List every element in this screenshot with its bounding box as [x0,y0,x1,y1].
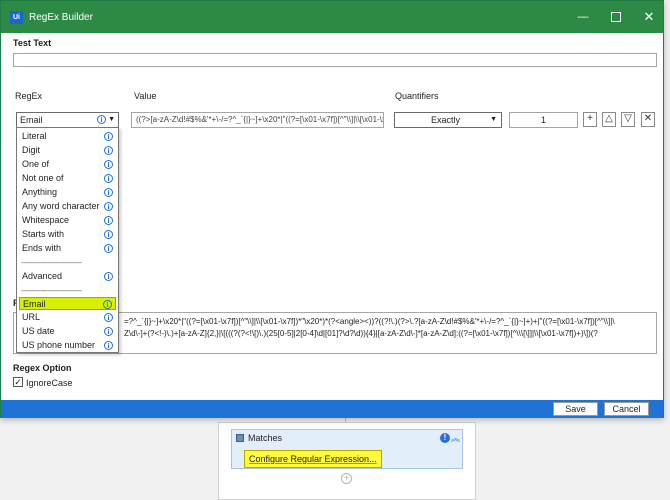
quantifier-count-input[interactable]: 1 [509,112,578,128]
matches-activity-title: Matches [248,433,283,443]
dropdown-item-email[interactable]: Email i [19,297,116,310]
minimize-button[interactable]: — [569,6,597,28]
info-icon[interactable]: i [104,160,113,169]
dropdown-item-label: Whitespace [22,215,70,225]
info-icon[interactable]: i [104,202,113,211]
chevron-down-icon: ▼ [108,116,115,123]
regex-column-header: RegEx [15,91,43,101]
dropdown-item-us-date[interactable]: US date i [19,325,116,338]
uipath-app-icon: Ui [10,11,23,24]
dropdown-item-anything[interactable]: Anything i [19,186,116,199]
info-icon[interactable]: i [104,341,113,350]
dropdown-item-one-of[interactable]: One of i [19,158,116,171]
quantifier-select[interactable]: Exactly ▼ [394,112,502,128]
matches-activity[interactable]: Matches ! ︽ Configure Regular Expression… [218,422,476,500]
dropdown-item-label: URL [22,312,41,322]
info-icon[interactable]: i [104,216,113,225]
matches-activity-header: Matches ! ︽ [232,430,462,446]
info-icon[interactable]: i [104,313,113,322]
regex-builder-dialog: Ui RegEx Builder — ✕ Test Text RegEx Val… [0,0,664,418]
dropdown-item-not-one-of[interactable]: Not one of i [19,172,116,185]
ignore-case-checkbox[interactable]: ✓ [13,377,23,387]
move-up-button[interactable]: △ [602,112,616,127]
dropdown-item-label: Ends with [22,243,62,253]
info-icon[interactable]: i [104,272,113,281]
test-text-label: Test Text [13,38,52,48]
dropdown-item-advanced[interactable]: Advanced i [19,270,116,283]
dropdown-item-url[interactable]: URL i [19,311,116,324]
dropdown-item-label: Starts with [22,229,65,239]
info-icon[interactable]: i [104,188,113,197]
quantifier-selected: Exactly [431,115,461,125]
info-icon[interactable]: i [104,132,113,141]
chevron-down-icon: ▼ [490,116,497,123]
info-icon[interactable]: ! [440,433,450,443]
title-bar: Ui RegEx Builder — ✕ [1,1,663,33]
dropdown-item-digit[interactable]: Digit i [19,144,116,157]
dropdown-item-label: One of [22,159,50,169]
dropdown-item-label: Email [23,299,46,309]
dropdown-separator: ---------------------------- [21,286,82,295]
maximize-button[interactable] [602,6,630,28]
matches-activity-body: Matches ! ︽ Configure Regular Expression… [231,429,463,469]
dropdown-item-label: Literal [22,131,47,141]
regex-type-select[interactable]: Email i ▼ [16,112,119,128]
info-icon[interactable]: i [97,115,106,124]
info-icon[interactable]: i [104,230,113,239]
info-icon[interactable]: i [104,146,113,155]
move-down-button[interactable]: ▽ [621,112,635,127]
ignore-case-label: IgnoreCase [26,378,73,388]
dropdown-item-any-word-character[interactable]: Any word character i [19,200,116,213]
add-row-button[interactable]: + [583,112,597,127]
window-title: RegEx Builder [29,12,93,23]
dropdown-item-label: Any word character [22,201,100,211]
dropdown-item-whitespace[interactable]: Whitespace i [19,214,116,227]
quantifiers-column-header: Quantifiers [395,91,439,101]
dropdown-item-starts-with[interactable]: Starts with i [19,228,116,241]
dropdown-item-literal[interactable]: Literal i [19,130,116,143]
dropdown-item-us-phone-number[interactable]: US phone number i [19,339,116,352]
info-icon[interactable]: i [104,244,113,253]
dropdown-item-label: US phone number [22,340,96,350]
configure-regex-button[interactable]: Configure Regular Expression... [244,450,382,468]
delete-row-button[interactable]: ✕ [641,112,655,127]
dropdown-item-label: Anything [22,187,58,197]
maximize-icon [611,12,621,23]
dropdown-item-ends-with[interactable]: Ends with i [19,242,116,255]
add-activity-icon[interactable]: + [341,473,352,484]
info-icon[interactable]: i [104,174,113,183]
dropdown-item-label: Advanced [22,271,63,281]
regex-value-input[interactable]: ((?>[a-zA-Z\d!#$%&'*+\-/=?^_`{|}~]+\x20*… [131,112,384,128]
regex-option-label: Regex Option [13,363,72,373]
dropdown-item-label: Digit [22,145,41,155]
test-text-input[interactable] [13,53,657,67]
dropdown-item-label: Not one of [22,173,64,183]
info-icon[interactable]: i [104,327,113,336]
save-button[interactable]: Save [553,402,598,416]
activity-icon [236,434,244,442]
regex-type-dropdown: Literal i Digit i One of i Not one of i Anyt… [16,127,119,353]
close-button[interactable]: ✕ [635,6,663,28]
dropdown-item-label: US date [22,326,55,336]
dropdown-separator: ---------------------------- [21,258,82,267]
collapse-icon[interactable]: ︽ [451,431,460,444]
info-icon[interactable]: i [103,300,112,309]
regex-type-selected: Email [20,115,43,125]
cancel-button[interactable]: Cancel [604,402,649,416]
value-column-header: Value [134,91,157,101]
